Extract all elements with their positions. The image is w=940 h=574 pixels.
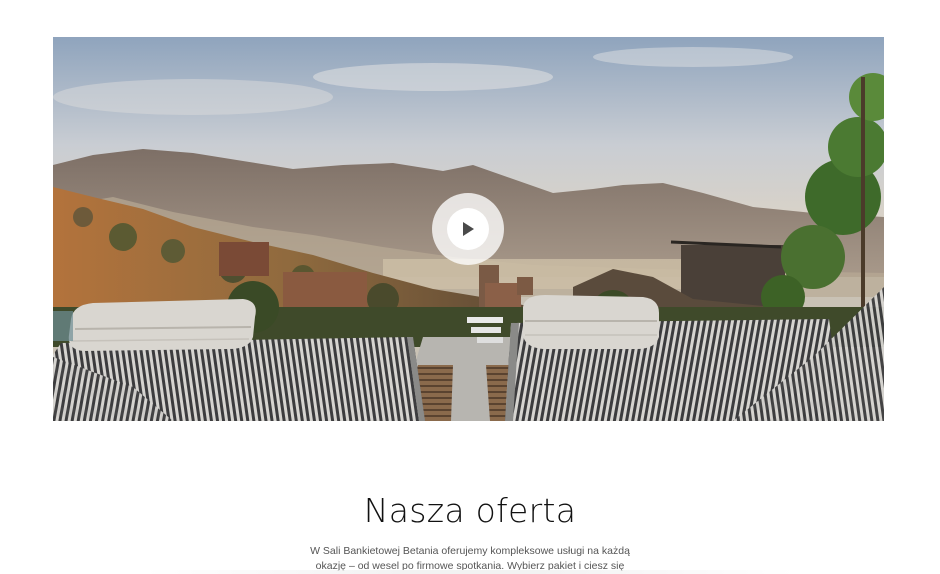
play-button[interactable] — [432, 193, 504, 265]
section-title: Nasza oferta — [363, 491, 577, 530]
divider — [145, 570, 795, 574]
play-icon — [463, 222, 474, 236]
hero-video[interactable] — [53, 37, 884, 421]
play-button-core — [447, 208, 489, 250]
page: Nasza oferta W Sali Bankietowej Betania … — [0, 0, 940, 574]
